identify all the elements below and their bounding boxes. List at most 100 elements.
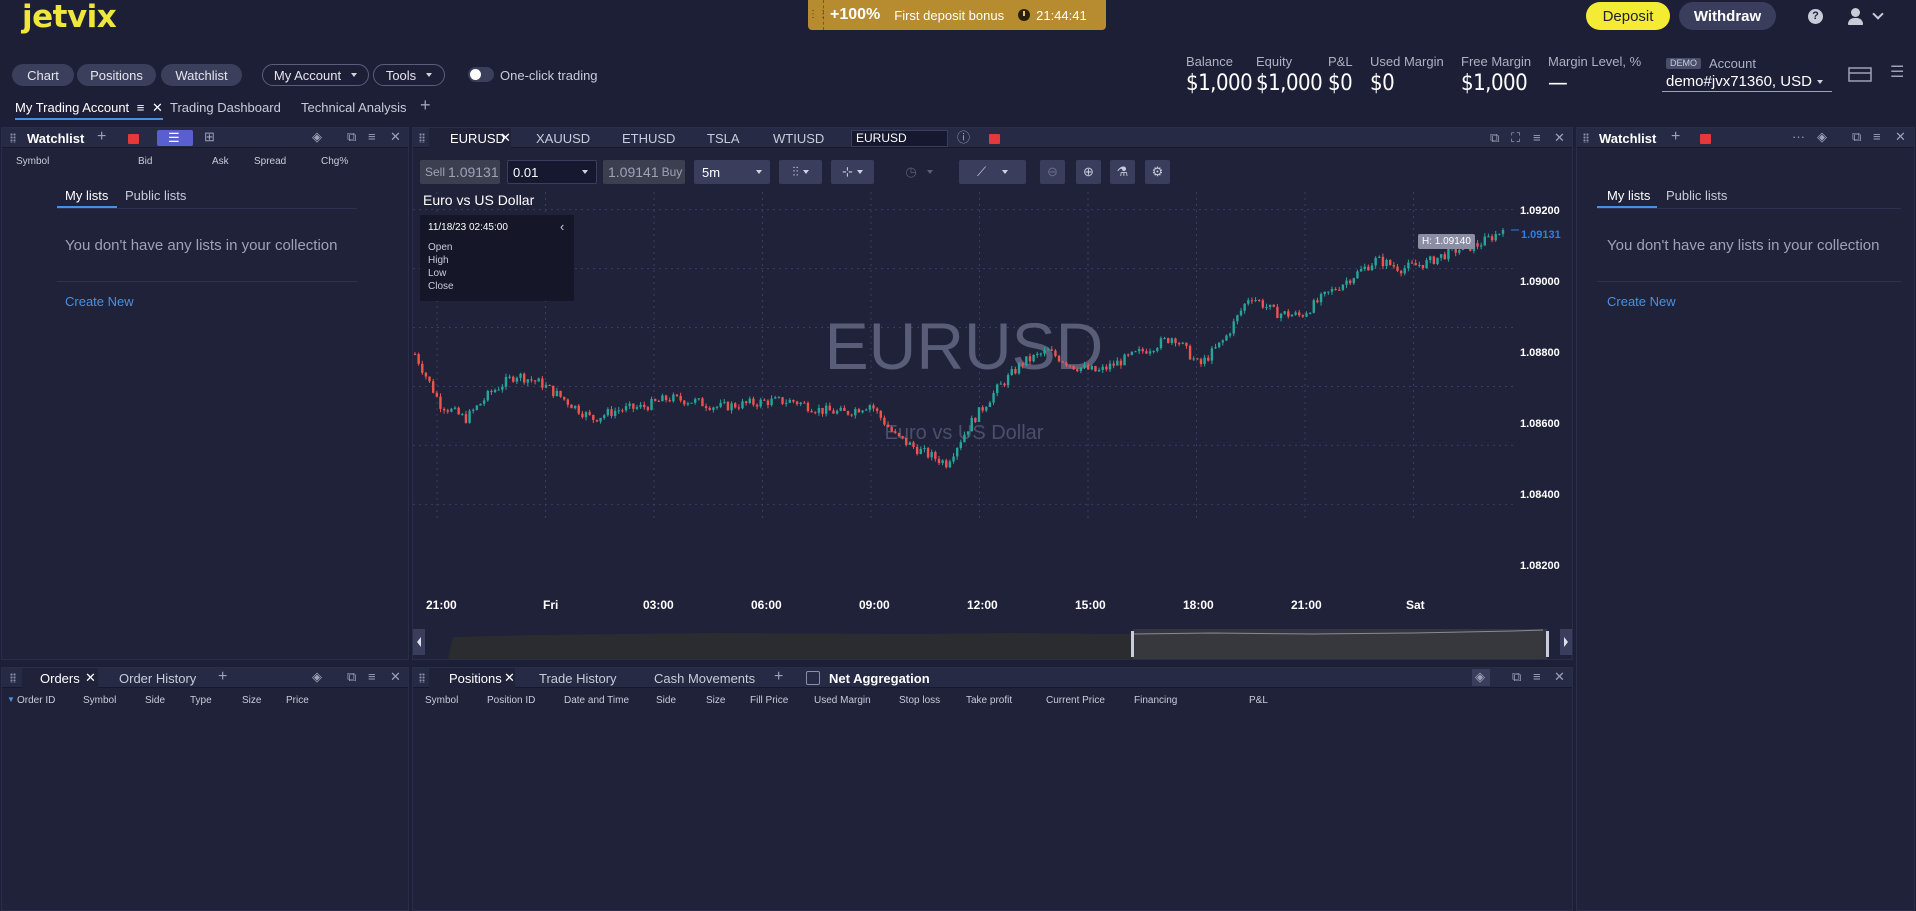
column-header[interactable]: Stop loss (899, 695, 940, 706)
nav-watchlist-button[interactable]: Watchlist (161, 64, 242, 86)
tab-order-history[interactable]: Order History (119, 671, 196, 686)
my-account-dropdown[interactable]: My Account (262, 64, 369, 86)
column-header[interactable]: Date and Time (564, 695, 629, 706)
grip-icon[interactable] (10, 133, 16, 143)
column-header[interactable]: Symbol (425, 695, 458, 706)
tab-orders[interactable]: Orders (40, 671, 80, 686)
column-header[interactable]: Symbol (83, 695, 116, 706)
zoom-out-button[interactable]: ⊖ (1040, 160, 1065, 184)
drawing-dropdown[interactable]: ⟋ (959, 160, 1026, 184)
menu-icon[interactable]: ≡ (368, 130, 376, 144)
chart-type-dropdown[interactable]: ⫶⫶ (779, 160, 822, 184)
column-header[interactable]: Bid (138, 156, 152, 167)
create-new-link[interactable]: Create New (1607, 294, 1676, 309)
menu-icon[interactable]: ≡ (1533, 670, 1541, 684)
popout-icon[interactable]: ⧉ (1852, 130, 1861, 144)
close-icon[interactable]: ✕ (85, 671, 96, 685)
column-header[interactable]: Side (145, 695, 165, 706)
grip-icon[interactable] (419, 133, 425, 143)
column-header[interactable]: Position ID (487, 695, 535, 706)
menu-icon[interactable]: ≡ (1873, 130, 1881, 144)
symbol-tab-eurusd[interactable]: EURUSD (450, 131, 505, 146)
column-header[interactable]: Type (190, 695, 212, 706)
price-chart[interactable]: EURUSD Euro vs US Dollar (413, 192, 1572, 620)
tab-my-lists[interactable]: My lists (65, 188, 108, 203)
column-header[interactable]: P&L (1249, 695, 1268, 706)
color-link-icon[interactable] (1700, 134, 1711, 144)
column-header[interactable]: Used Margin (814, 695, 871, 706)
color-link-icon[interactable] (128, 134, 139, 144)
column-header[interactable]: Side (656, 695, 676, 706)
account-selector[interactable]: demo#jvx71360, USD (1666, 73, 1823, 90)
time-dropdown[interactable]: ◷ (890, 160, 948, 184)
chevron-down-icon[interactable] (1872, 8, 1884, 20)
popout-icon[interactable]: ⧉ (1490, 131, 1499, 145)
tab-positions[interactable]: Positions (449, 671, 502, 686)
column-header[interactable]: Symbol (16, 156, 49, 167)
net-aggregation-checkbox[interactable] (806, 671, 820, 685)
close-icon[interactable]: ✕ (152, 100, 163, 115)
tab-my-lists[interactable]: My lists (1607, 188, 1650, 203)
add-icon[interactable]: + (1671, 129, 1680, 145)
nav-chart-button[interactable]: Chart (12, 64, 74, 86)
timeframe-dropdown[interactable]: 5m (694, 160, 770, 184)
tools-dropdown[interactable]: Tools (373, 64, 445, 86)
more-icon[interactable]: ··· (1792, 130, 1805, 144)
grip-icon[interactable] (419, 673, 425, 683)
color-link-icon[interactable] (989, 134, 1000, 144)
withdraw-button[interactable]: Withdraw (1679, 2, 1776, 30)
split-icon[interactable]: ◈ (312, 670, 322, 684)
close-icon[interactable]: ✕ (504, 671, 515, 685)
symbol-tab-tsla[interactable]: TSLA (707, 131, 740, 146)
tab-technical-analysis[interactable]: Technical Analysis (301, 100, 407, 120)
tab-trading-dashboard[interactable]: Trading Dashboard (170, 100, 281, 120)
one-click-toggle[interactable] (468, 67, 494, 82)
symbol-tab-wtiusd[interactable]: WTIUSD (773, 131, 824, 146)
close-icon[interactable]: ✕ (500, 131, 511, 145)
sort-icon[interactable]: ▼ (7, 695, 15, 704)
create-new-link[interactable]: Create New (65, 294, 134, 309)
quantity-input[interactable]: 0.01 (507, 160, 597, 184)
column-header[interactable]: Price (286, 695, 309, 706)
tab-public-lists[interactable]: Public lists (125, 188, 186, 203)
tab-cash-movements[interactable]: Cash Movements (654, 671, 755, 686)
symbol-tab-ethusd[interactable]: ETHUSD (622, 131, 675, 146)
popout-icon[interactable]: ⧉ (1512, 670, 1521, 684)
grip-icon[interactable] (10, 673, 16, 683)
chart-navigator[interactable] (413, 625, 1572, 659)
nav-handle-right[interactable] (1546, 631, 1549, 657)
menu-icon[interactable]: ☰ (1890, 65, 1904, 81)
close-icon[interactable]: ✕ (1554, 131, 1565, 145)
column-header[interactable]: Size (242, 695, 261, 706)
sell-button[interactable]: Sell 1.09131 (420, 160, 500, 184)
grid-view-icon[interactable]: ⊞ (204, 130, 215, 144)
logo[interactable]: jetvix (22, 0, 117, 34)
split-icon[interactable]: ◈ (312, 130, 322, 144)
menu-icon[interactable]: ≡ (368, 670, 376, 684)
list-view-button[interactable]: ☰ (157, 130, 193, 146)
popout-icon[interactable]: ⧉ (347, 670, 356, 684)
close-icon[interactable]: ✕ (1895, 130, 1906, 144)
split-button[interactable]: ◈ (1472, 669, 1490, 686)
tab-my-trading-account[interactable]: My Trading Account ≡ ✕ (15, 100, 163, 120)
column-header[interactable]: Current Price (1046, 695, 1105, 706)
settings-button[interactable]: ⚙ (1145, 160, 1170, 184)
column-header[interactable]: Spread (254, 156, 286, 167)
column-header[interactable]: Fill Price (750, 695, 788, 706)
column-header[interactable]: Ask (212, 156, 229, 167)
promo-banner[interactable]: ⋮⋮ +100% First deposit bonus 21:44:41 (808, 0, 1106, 30)
add-tab-icon[interactable]: + (420, 96, 431, 114)
column-header[interactable]: Size (706, 695, 725, 706)
column-header[interactable]: Take profit (966, 695, 1012, 706)
zoom-in-button[interactable]: ⊕ (1076, 160, 1101, 184)
collapse-icon[interactable]: ‹ (560, 219, 564, 234)
nav-positions-button[interactable]: Positions (77, 64, 156, 86)
close-icon[interactable]: ✕ (390, 670, 401, 684)
info-icon[interactable]: ⓘ (957, 131, 970, 145)
column-header[interactable]: Chg% (321, 156, 348, 167)
tab-public-lists[interactable]: Public lists (1666, 188, 1727, 203)
add-icon[interactable]: + (97, 129, 106, 145)
add-tab-icon[interactable]: + (774, 669, 783, 685)
crosshair-dropdown[interactable]: ⊹ (831, 160, 874, 184)
nav-handle-left[interactable] (1131, 631, 1134, 657)
